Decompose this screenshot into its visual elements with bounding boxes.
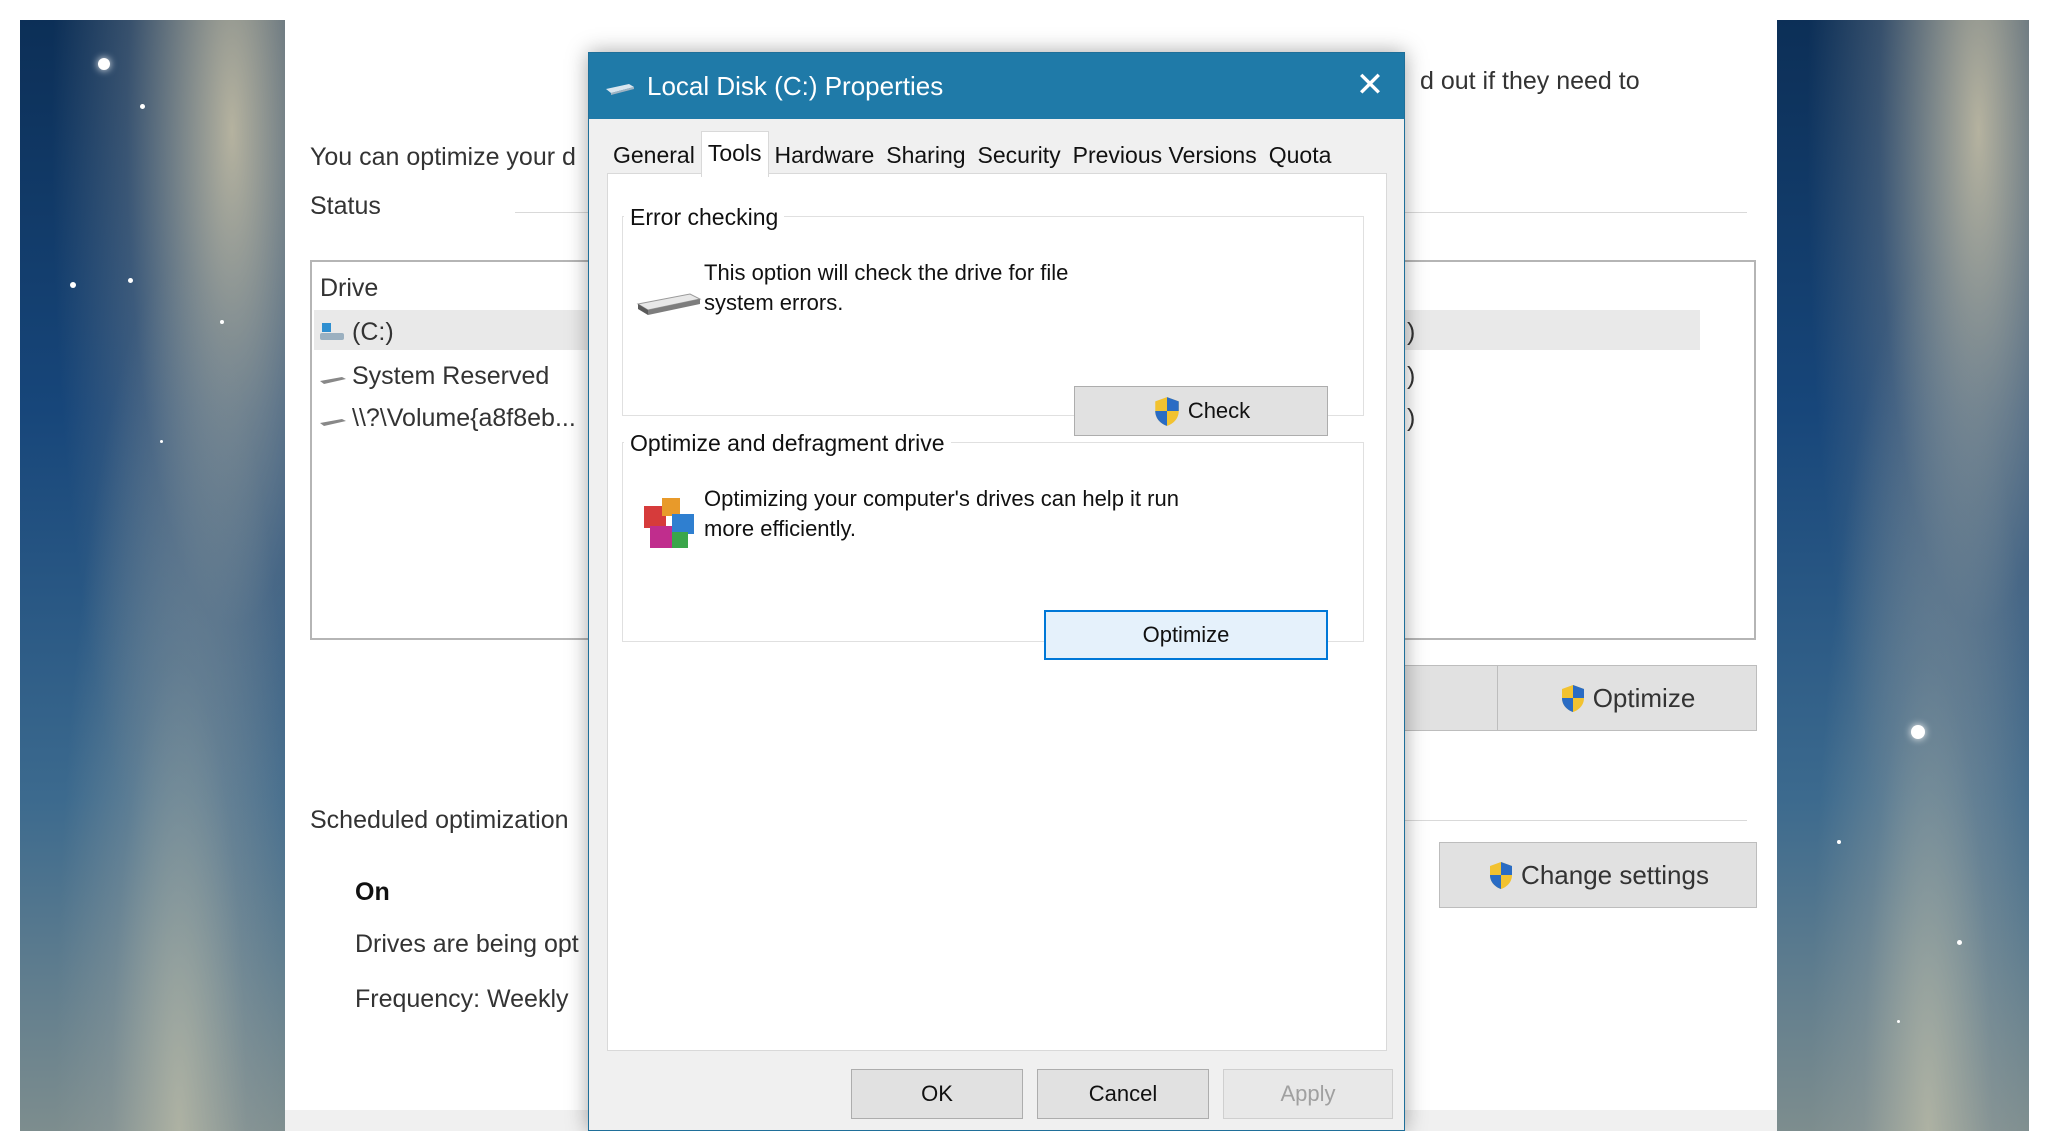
star [1911, 725, 1925, 739]
column-header-drive[interactable]: Drive [320, 274, 378, 303]
optimize-button-label: Optimize [1142, 622, 1230, 647]
properties-dialog: Local Disk (C:) Properties ✕ General Too… [588, 52, 1405, 1131]
list-item[interactable]: \\?\Volume{a8f8eb... [318, 404, 576, 433]
error-checking-line2: system errors. [704, 290, 844, 315]
uac-shield-icon [1155, 397, 1179, 426]
error-checking-heading: Error checking [624, 204, 785, 231]
drive-status-fragment: ) [1407, 404, 1416, 432]
optimize-heading: Optimize and defragment drive [624, 430, 951, 457]
uac-shield-icon [1561, 685, 1584, 712]
optimize-description: Optimizing your computer's drives can he… [704, 484, 1179, 544]
scheduled-optimization-heading: Scheduled optimization [310, 806, 569, 834]
check-button[interactable]: Check [1074, 386, 1328, 436]
schedule-frequency: Frequency: Weekly [355, 985, 569, 1013]
close-icon[interactable]: ✕ [1350, 65, 1390, 105]
description-right-fragment: d out if they need to [1420, 62, 1690, 100]
list-item[interactable]: (C:) [318, 318, 394, 347]
drive-status-fragment: ) [1407, 362, 1416, 390]
star [98, 58, 110, 70]
system-drive-icon [320, 322, 344, 340]
drive-status-fragment: ) [1407, 318, 1416, 346]
drive-name: \\?\Volume{a8f8eb... [352, 404, 576, 432]
tab-general[interactable]: General [607, 135, 701, 175]
status-heading: Status [310, 192, 381, 220]
cancel-button-label: Cancel [1088, 1081, 1158, 1106]
optimize-button-label: Optimize [1592, 682, 1696, 713]
star [220, 320, 224, 324]
tab-strip: General Tools Hardware Sharing Security … [607, 131, 1338, 177]
tab-previous-versions[interactable]: Previous Versions [1067, 135, 1263, 175]
optimize-line2: more efficiently. [704, 516, 857, 541]
change-settings-button[interactable]: Change settings [1439, 842, 1757, 908]
apply-button[interactable]: Apply [1223, 1069, 1393, 1119]
defrag-icon [644, 498, 694, 548]
desktop-wallpaper-left [20, 20, 285, 1131]
desktop-wallpaper-right [1777, 20, 2029, 1131]
tab-security[interactable]: Security [972, 135, 1067, 175]
star [140, 104, 145, 109]
ok-button-label: OK [921, 1081, 953, 1106]
schedule-status: On [355, 878, 390, 906]
dialog-titlebar[interactable]: Local Disk (C:) Properties ✕ [589, 53, 1404, 119]
ok-button[interactable]: OK [851, 1069, 1023, 1119]
drive-icon [606, 84, 634, 95]
dialog-title: Local Disk (C:) Properties [647, 70, 944, 101]
check-button-label: Check [1187, 398, 1251, 423]
star [160, 440, 163, 443]
star [1957, 940, 1962, 945]
list-item[interactable]: System Reserved [318, 362, 549, 391]
tab-quota[interactable]: Quota [1263, 135, 1338, 175]
error-checking-line1: This option will check the drive for fil… [704, 260, 1069, 285]
drive-name: (C:) [352, 318, 394, 346]
star [1837, 840, 1841, 844]
error-checking-description: This option will check the drive for fil… [704, 258, 1068, 318]
cancel-button[interactable]: Cancel [1037, 1069, 1209, 1119]
tools-tab-panel: Error checking This option will check th… [607, 173, 1387, 1051]
hard-drive-icon [636, 293, 702, 315]
apply-button-label: Apply [1280, 1081, 1336, 1106]
optimize-button[interactable]: Optimize [1044, 610, 1328, 660]
uac-shield-icon [1490, 862, 1513, 889]
star [128, 278, 133, 283]
tab-hardware[interactable]: Hardware [769, 135, 881, 175]
schedule-description: Drives are being opt [355, 930, 579, 958]
drive-icon [320, 376, 346, 384]
star [70, 282, 76, 288]
drive-name: System Reserved [352, 362, 550, 390]
tab-sharing[interactable]: Sharing [880, 135, 971, 175]
change-settings-label: Change settings [1521, 859, 1709, 890]
tab-tools[interactable]: Tools [700, 131, 769, 177]
optimize-button[interactable]: Optimize [1497, 665, 1757, 731]
optimize-line1: Optimizing your computer's drives can he… [704, 486, 1179, 511]
star [1897, 1020, 1900, 1023]
drive-icon [320, 418, 346, 426]
